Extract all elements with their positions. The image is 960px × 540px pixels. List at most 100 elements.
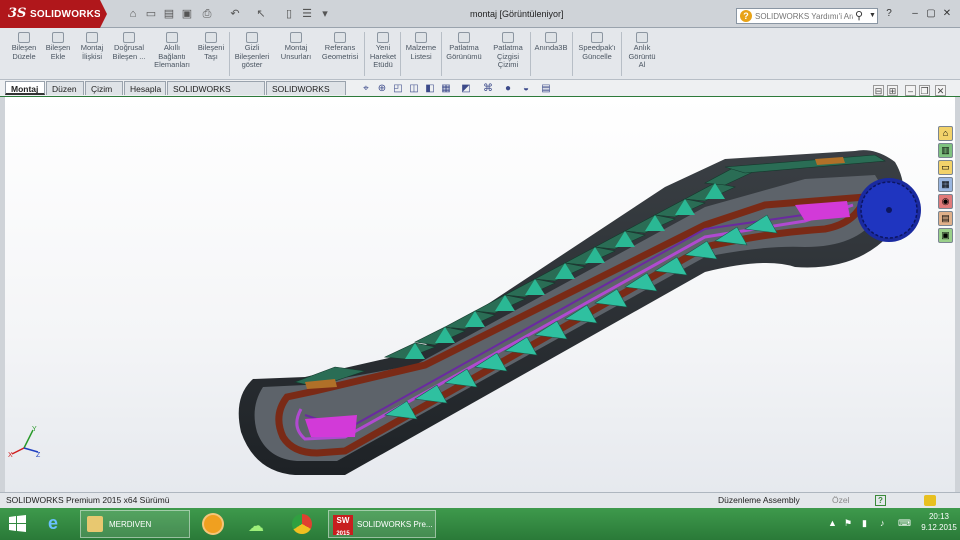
linear-pattern-button[interactable]: Doğrusal Bileşen ... [108, 30, 150, 80]
tab-duzen[interactable]: Düzen [46, 81, 84, 95]
zoom-to-fit-icon[interactable]: ⌖ [360, 83, 372, 95]
section-view-icon[interactable]: ◫ [408, 83, 420, 95]
view-settings-icon[interactable]: ▤ [540, 83, 552, 95]
take-snapshot-button[interactable]: Anlık Görüntü Al [622, 30, 662, 80]
button-label: Anında3B [534, 43, 568, 52]
display-style-icon[interactable]: ◩ [460, 83, 472, 95]
z-axis-label: Z [36, 452, 41, 458]
help-menu-icon[interactable]: ? [882, 7, 896, 21]
chrome-icon [292, 514, 312, 534]
smart-fasteners-icon [166, 32, 178, 43]
solidworks-logo[interactable]: 3S SOLIDWORKS [0, 0, 101, 28]
flag-icon[interactable]: ⚑ [844, 518, 852, 529]
undo-icon[interactable]: ↶ [228, 7, 242, 21]
reference-triad: Y X Z [8, 424, 42, 460]
tab-montaj[interactable]: Montaj [5, 81, 45, 95]
taskbar-chrome-button[interactable] [288, 510, 316, 538]
new-document-icon[interactable]: ▭ [144, 7, 158, 21]
help-search-input[interactable] [755, 10, 853, 22]
volume-icon[interactable]: ♪ [880, 518, 885, 528]
open-icon[interactable]: ▤ [162, 7, 176, 21]
viewport-close-button[interactable]: ✕ [935, 85, 946, 96]
viewport-minimize-button[interactable]: – [905, 85, 916, 96]
tab-solidworks-eklentileri[interactable]: SOLIDWORKS Eklentileri [167, 81, 265, 108]
chevron-down-icon[interactable]: ▼ [869, 12, 876, 19]
mate-button[interactable]: Montaj İlişkisi [74, 30, 110, 80]
home-icon[interactable]: ⌂ [126, 7, 140, 21]
tab-solidworks-mbd[interactable]: SOLIDWORKS MBD [266, 81, 346, 108]
update-speedpak-button[interactable]: Speedpak'ı Güncelle [574, 30, 620, 80]
exploded-view-icon [458, 32, 470, 43]
quick-tips-icon[interactable]: ? [875, 495, 886, 506]
internet-explorer-button[interactable]: e [44, 510, 70, 538]
hide-show-items-icon[interactable]: ⌘ [482, 83, 494, 95]
start-button[interactable] [6, 510, 28, 538]
assembly-features-button[interactable]: Montaj Unsurları [276, 30, 316, 80]
insert-component-button[interactable]: Bileşen Ekle [40, 30, 76, 80]
file-explorer-icon[interactable]: ▭ [938, 160, 953, 175]
split-view-icon[interactable]: ⊟ [873, 85, 884, 96]
save-icon[interactable]: ▣ [180, 7, 194, 21]
escalator-model[interactable] [5, 97, 955, 492]
custom-properties-icon[interactable]: ▤ [938, 211, 953, 226]
view-orientation-icon[interactable]: ▦ [440, 83, 452, 95]
design-library-icon[interactable]: ▥ [938, 143, 953, 158]
rebuild-icon[interactable]: ▯ [282, 7, 296, 21]
reference-geometry-button[interactable]: Referans Geometrisi [318, 30, 362, 80]
solidworks-resources-icon[interactable]: ▣ [938, 228, 953, 243]
show-hidden-components-button[interactable]: Gizli Bileşenleri göster [230, 30, 274, 80]
maximize-button[interactable]: ▢ [924, 7, 938, 21]
taskbar-cloud-button[interactable]: ☁ [244, 510, 272, 538]
network-icon[interactable]: ▮ [862, 518, 867, 529]
explode-line-sketch-button[interactable]: Patlatma Çizgisi Çizimi [486, 30, 530, 80]
file-properties-icon[interactable]: ☰ [300, 7, 314, 21]
select-icon[interactable]: ↖ [254, 7, 268, 21]
separator [572, 32, 573, 76]
bill-of-materials-button[interactable]: Malzeme Listesi [402, 30, 440, 80]
new-motion-study-button[interactable]: Yeni Hareket Etüdü [366, 30, 400, 80]
instant3d-icon [545, 32, 557, 43]
viewport-restore-button[interactable]: ❐ [919, 85, 930, 96]
button-label: Yeni Hareket Etüdü [369, 43, 397, 69]
view-palette-icon[interactable]: ▦ [938, 177, 953, 192]
units-text[interactable]: Özel [832, 493, 849, 508]
help-search-box[interactable]: ? ⚲ ▼ [736, 8, 878, 24]
move-component-button[interactable]: Bileşeni Taşı [194, 30, 228, 80]
smart-fasteners-button[interactable]: Akıllı Bağlantı Elemanları [150, 30, 194, 80]
apply-scene-icon[interactable]: ◒ [520, 83, 532, 95]
close-button[interactable]: ✕ [940, 7, 954, 21]
home-icon[interactable]: ⌂ [938, 126, 953, 141]
previous-view-icon[interactable]: ◰ [392, 83, 404, 95]
menu-flyout-arrow[interactable] [100, 0, 107, 28]
taskbar-folder-merdiven[interactable]: MERDIVEN [80, 510, 190, 538]
options-icon[interactable]: ▾ [318, 7, 332, 21]
x-axis-label: X [8, 452, 13, 458]
link-views-icon[interactable]: ⊞ [887, 85, 898, 96]
appearances-icon[interactable]: ◉ [938, 194, 953, 209]
graphics-area[interactable] [5, 97, 955, 492]
exploded-view-button[interactable]: Patlatma Görünümü [442, 30, 486, 80]
minimize-button[interactable]: – [908, 7, 922, 21]
tags-icon[interactable] [924, 495, 936, 506]
move-component-icon [205, 32, 217, 43]
tab-cizim[interactable]: Çizim [85, 81, 123, 95]
keyboard-icon[interactable]: ⌨ [898, 518, 911, 529]
edit-component-icon [18, 32, 30, 43]
taskbar-app-button[interactable] [198, 510, 226, 538]
version-text: SOLIDWORKS Premium 2015 x64 Sürümü [6, 495, 170, 505]
taskbar-solidworks[interactable]: SW 2015 SOLIDWORKS Pre... [328, 510, 436, 538]
print-icon[interactable]: ⎙ [200, 7, 214, 21]
dynamic-annotation-icon[interactable]: ◧ [424, 83, 436, 95]
command-manager-tabs: Montaj Düzen Çizim Hesapla SOLIDWORKS Ek… [0, 80, 960, 108]
system-clock[interactable]: 20:13 9.12.2015 [920, 511, 958, 533]
tab-hesapla[interactable]: Hesapla [124, 81, 166, 95]
button-label: Bileşen Ekle [45, 43, 71, 61]
edit-appearance-icon[interactable]: ● [502, 83, 514, 95]
edit-component-button[interactable]: Bileşen Düzele [4, 30, 44, 80]
tray-arrow-icon[interactable]: ▲ [828, 518, 837, 528]
search-icon[interactable]: ⚲ [855, 9, 863, 22]
button-label: Bileşen Düzele [11, 43, 37, 61]
instant3d-button[interactable]: Anında3B [531, 30, 571, 80]
command-manager: Bileşen Düzele Bileşen Ekle Montaj İlişk… [0, 28, 960, 80]
zoom-to-area-icon[interactable]: ⊕ [376, 83, 388, 95]
